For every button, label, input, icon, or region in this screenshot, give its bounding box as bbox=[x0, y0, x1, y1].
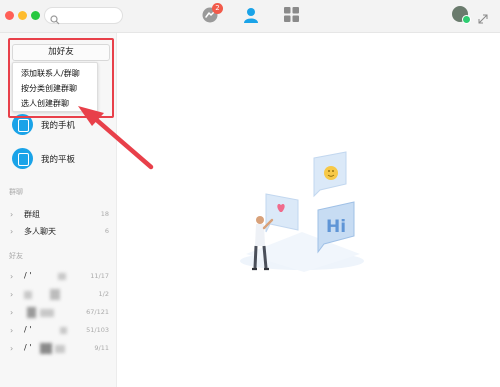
friend-group-name: / ' bbox=[24, 343, 32, 352]
group-count: 6 bbox=[104, 227, 109, 235]
blurred-name bbox=[40, 309, 54, 317]
close-window-button[interactable] bbox=[5, 11, 14, 20]
group-name: 群组 bbox=[24, 210, 40, 219]
person-icon bbox=[244, 8, 258, 23]
minimize-window-button[interactable] bbox=[18, 11, 27, 20]
apps-tab[interactable] bbox=[284, 7, 299, 26]
search-box[interactable] bbox=[44, 7, 123, 25]
message-count-badge: 2 bbox=[212, 3, 223, 14]
hi-text: Hi bbox=[326, 217, 346, 237]
friend-group-row[interactable]: › / ' 11/17 bbox=[0, 270, 117, 284]
friend-group-row[interactable]: › / ' 51/103 bbox=[0, 324, 117, 338]
blurred-name bbox=[55, 345, 65, 353]
search-input[interactable] bbox=[63, 9, 121, 22]
chevron-right-icon: › bbox=[10, 227, 14, 236]
chevron-right-icon: › bbox=[10, 272, 14, 281]
blurred-name bbox=[24, 291, 32, 299]
blurred-name bbox=[27, 307, 36, 318]
group-row[interactable]: › 群组 18 bbox=[0, 208, 117, 222]
empty-state-illustration: Hi bbox=[240, 151, 364, 272]
zoom-window-button[interactable] bbox=[31, 11, 40, 20]
grid-icon bbox=[284, 7, 299, 22]
chevron-right-icon: › bbox=[10, 308, 14, 317]
title-bar: 2 bbox=[0, 0, 500, 33]
blurred-name bbox=[40, 343, 52, 354]
group-count: 18 bbox=[100, 210, 109, 218]
expand-icon[interactable] bbox=[478, 9, 488, 28]
friend-group-count: 1/2 bbox=[98, 290, 109, 298]
smiley-bubble-icon bbox=[313, 151, 347, 198]
chevron-right-icon: › bbox=[10, 210, 14, 219]
friend-group-row[interactable]: › 67/121 bbox=[0, 306, 117, 320]
user-avatar[interactable] bbox=[452, 6, 471, 24]
friend-group-count: 11/17 bbox=[90, 272, 109, 280]
contacts-tab[interactable] bbox=[242, 6, 260, 28]
friend-group-count: 67/121 bbox=[86, 308, 109, 316]
friend-group-count: 51/103 bbox=[86, 326, 109, 334]
blurred-name bbox=[58, 273, 66, 280]
tablet-icon bbox=[12, 148, 33, 169]
search-icon bbox=[50, 10, 60, 29]
friend-group-name: / ' bbox=[24, 271, 32, 280]
friend-group-count: 9/11 bbox=[94, 344, 109, 352]
blurred-name bbox=[50, 289, 60, 300]
annotation-arrow-icon bbox=[78, 106, 154, 170]
chevron-right-icon: › bbox=[10, 326, 14, 335]
group-name: 多人聊天 bbox=[24, 227, 56, 236]
chevron-right-icon: › bbox=[10, 344, 14, 353]
group-row[interactable]: › 多人聊天 6 bbox=[0, 225, 117, 239]
friend-group-name: / ' bbox=[24, 325, 32, 334]
hi-bubble-icon: Hi bbox=[317, 201, 355, 254]
heart-bubble-icon bbox=[265, 193, 299, 233]
friend-group-row[interactable]: › / ' 9/11 bbox=[0, 342, 117, 356]
blurred-name bbox=[60, 327, 67, 334]
friends-section-title: 好友 bbox=[9, 252, 23, 260]
groups-section-title: 群聊 bbox=[9, 188, 23, 196]
chevron-right-icon: › bbox=[10, 290, 14, 299]
friend-group-row[interactable]: › 1/2 bbox=[0, 288, 117, 302]
